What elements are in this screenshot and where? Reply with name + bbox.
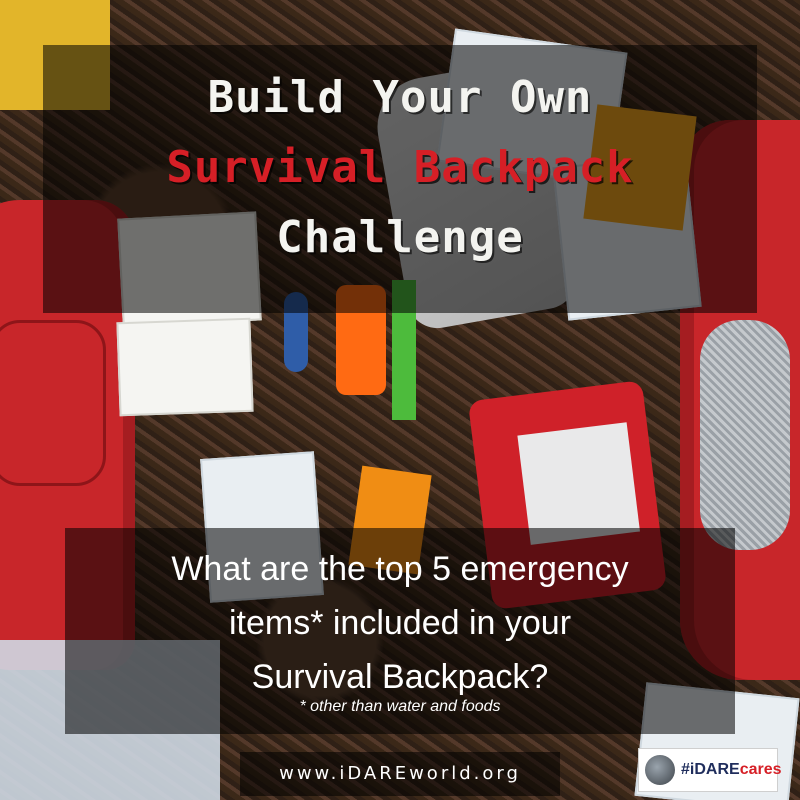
globe-icon xyxy=(645,755,675,785)
title-panel: Build Your Own Survival Backpack Challen… xyxy=(43,45,757,313)
url-panel: www.iDAREworld.org xyxy=(240,752,560,796)
background-photo: Build Your Own Survival Backpack Challen… xyxy=(0,0,800,800)
question-line-2: items* included in your xyxy=(228,604,572,642)
backpack-mesh-pocket xyxy=(700,320,790,550)
website-url[interactable]: www.iDAREworld.org xyxy=(279,763,521,784)
badge-hashtag-prefix: #iDARE xyxy=(681,761,740,778)
question-line-1: What are the top 5 emergency xyxy=(171,550,629,588)
question-line-3: Survival Backpack? xyxy=(251,658,549,696)
title-line-2: Survival Backpack xyxy=(166,142,634,193)
title-line-3: Challenge xyxy=(276,212,524,263)
badge-hashtag-accent: cares xyxy=(739,761,782,778)
question-panel: What are the top 5 emergency items* incl… xyxy=(65,528,735,734)
badge-hashtag: #iDAREcares xyxy=(681,761,782,779)
backpack-zipper-pocket xyxy=(0,320,106,486)
footnote: * other than water and foods xyxy=(299,698,501,715)
emergency-ration xyxy=(116,317,254,417)
title-line-1: Build Your Own xyxy=(207,72,593,123)
first-aid-kit-window xyxy=(517,422,640,545)
idare-cares-badge: #iDAREcares xyxy=(638,748,782,792)
